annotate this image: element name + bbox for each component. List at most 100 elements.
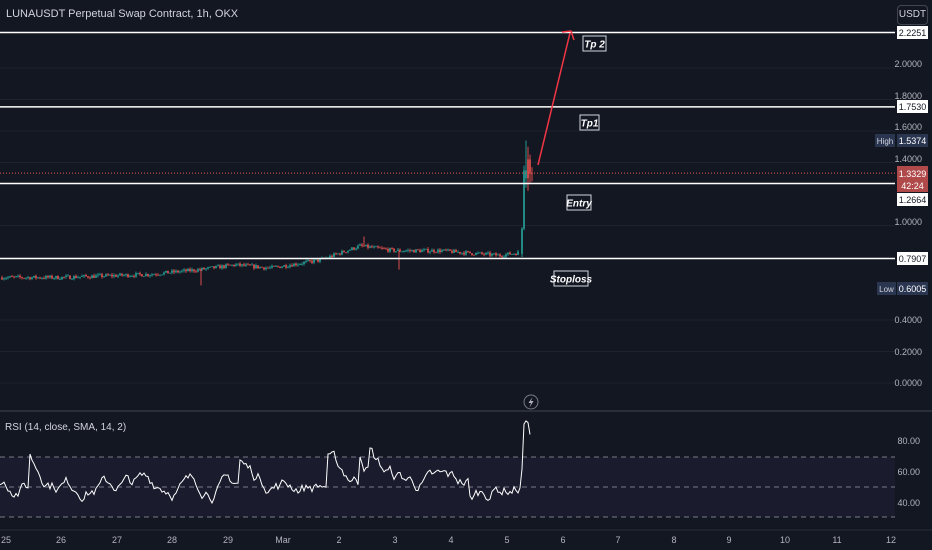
candle-body	[437, 249, 439, 253]
candle-body	[337, 253, 339, 255]
stoploss-annotation[interactable]: Stoploss	[550, 270, 593, 287]
candle-body	[65, 275, 67, 277]
candle-body	[237, 263, 239, 265]
candle-body	[463, 252, 465, 255]
candle-body	[1, 277, 3, 280]
target-arrow[interactable]	[537, 30, 575, 166]
candle-body	[161, 274, 163, 276]
candle-body	[45, 276, 47, 279]
candle-body	[361, 244, 363, 246]
candle-body	[81, 276, 83, 277]
stoploss-price-badge[interactable]: 0.7907	[897, 252, 928, 265]
time-axis-label: 26	[56, 535, 66, 545]
candle-body	[301, 263, 303, 265]
candle-body	[291, 265, 293, 267]
time-axis-label: 2	[336, 535, 341, 545]
candle-body	[427, 248, 429, 253]
candle-body	[253, 264, 255, 269]
candle-body	[103, 276, 105, 278]
candle-body	[403, 251, 405, 253]
candle-body	[381, 247, 383, 249]
candle-body	[483, 253, 485, 255]
price-tick-label: 1.8000	[894, 91, 922, 101]
candle-body	[349, 249, 351, 251]
candle-body	[23, 277, 25, 279]
candle-body	[455, 249, 457, 253]
time-axis-label: 7	[615, 535, 620, 545]
candle-body	[53, 278, 55, 279]
candle-body	[197, 269, 199, 272]
candle-body	[99, 274, 101, 276]
candle-body	[379, 247, 381, 249]
last-price-badge[interactable]: 1.3329 42:24	[897, 166, 928, 192]
candle-body	[213, 266, 215, 269]
time-axis-label: 3	[392, 535, 397, 545]
rsi-indicator-label[interactable]: RSI (14, close, SMA, 14, 2)	[5, 422, 126, 433]
candle-body	[453, 249, 455, 253]
candle-body	[125, 274, 127, 276]
tp1-price-badge[interactable]: 1.7530	[897, 100, 928, 113]
candle-body	[211, 266, 213, 268]
price-tick-label: 0.2000	[894, 347, 922, 357]
candle-body	[333, 253, 335, 257]
candle-body	[219, 265, 221, 269]
candle-body	[145, 274, 147, 277]
candle-body	[383, 248, 385, 249]
rsi-tick-label: 60.00	[897, 467, 920, 477]
lightning-icon[interactable]	[523, 394, 539, 410]
candle-body	[527, 159, 529, 179]
rsi-tick-label: 40.00	[897, 498, 920, 508]
entry-annotation[interactable]: Entry	[566, 194, 592, 211]
tp2-price-badge[interactable]: 2.2251	[897, 26, 928, 39]
candle-body	[477, 252, 479, 254]
candle-body	[153, 274, 155, 276]
candle-body	[405, 250, 407, 252]
candle-body	[529, 159, 531, 174]
candle-body	[181, 270, 183, 272]
candle-body	[69, 275, 71, 280]
bar-countdown: 42:24	[901, 181, 924, 191]
candle-body	[303, 261, 305, 264]
candle-body	[475, 252, 477, 255]
time-axis-label: 6	[560, 535, 565, 545]
candle-body	[115, 275, 117, 277]
low-label: Low	[879, 285, 894, 294]
candle-body	[231, 264, 233, 266]
time-axis-label: 12	[886, 535, 896, 545]
candle-body	[243, 264, 245, 266]
stoploss-price-badge-text: 0.7907	[899, 254, 927, 264]
candle-body	[293, 263, 295, 267]
candle-body	[167, 270, 169, 274]
candle-body	[225, 264, 227, 268]
candle-body	[255, 265, 257, 269]
candle-body	[371, 246, 373, 248]
chart-area[interactable]: Tp 2 Tp1 Entry Stoploss 2.0000 1.8000 1.…	[0, 0, 932, 550]
currency-button[interactable]: USDT	[897, 5, 928, 25]
rsi-axis[interactable]: 80.00 60.00 40.00	[897, 436, 920, 508]
time-axis[interactable]: 25 26 27 28 29 Mar 2 3 4 5 6 7 8 9 10 11…	[1, 535, 896, 545]
chart-canvas[interactable]: Tp 2 Tp1 Entry Stoploss 2.0000 1.8000 1.…	[0, 0, 932, 550]
tp1-annotation[interactable]: Tp1	[579, 114, 600, 131]
candle-body	[247, 264, 249, 266]
candle-body	[135, 273, 137, 277]
candle-body	[469, 251, 471, 254]
tp2-annotation[interactable]: Tp 2	[582, 35, 607, 52]
symbol-title[interactable]: LUNAUSDT Perpetual Swap Contract, 1h, OK…	[6, 8, 238, 20]
price-tick-label: 1.4000	[894, 154, 922, 164]
time-axis-label: 8	[671, 535, 676, 545]
candle-body	[467, 251, 469, 253]
candle-body	[149, 275, 151, 277]
price-tick-label: 0.0000	[894, 378, 922, 388]
time-axis-label: 25	[1, 535, 11, 545]
candle-body	[269, 267, 271, 269]
candle-body	[73, 276, 75, 280]
candle-body	[95, 275, 97, 278]
tp2-annotation-text: Tp 2	[584, 40, 605, 51]
candle-body	[319, 258, 321, 262]
entry-price-badge[interactable]: 1.2664	[897, 193, 928, 206]
tp1-annotation-text: Tp1	[581, 119, 599, 130]
candle-body	[179, 271, 181, 273]
candle-body	[451, 250, 453, 253]
candle-body	[267, 267, 269, 269]
price-tick-label: 1.0000	[894, 217, 922, 227]
